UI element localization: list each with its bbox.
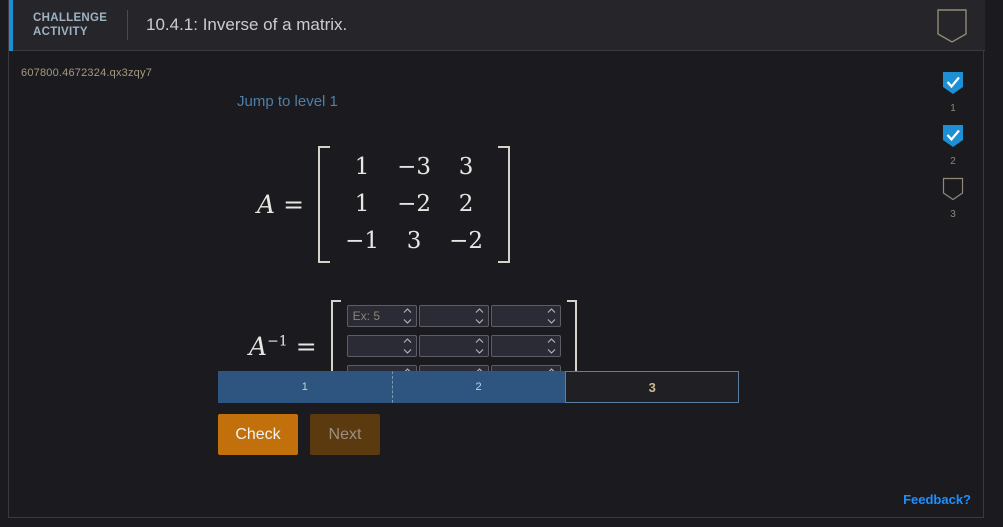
matrix-a-cell: 1: [354, 191, 370, 217]
header-divider: [127, 10, 128, 40]
matrix-a-cell: −2: [449, 228, 483, 254]
matrix-a-cell: −2: [397, 191, 431, 217]
rail-label-2: 2: [950, 156, 956, 167]
matrix-a-cell: 2: [458, 191, 474, 217]
rail-label-1: 1: [950, 103, 956, 114]
inverse-input-0-0[interactable]: [346, 305, 417, 327]
matrix-a-cell: 1: [354, 154, 370, 180]
activity-body: 607800.4672324.qx3zqy7 Jump to level 1 A…: [9, 51, 985, 517]
rail-label-3: 3: [950, 209, 956, 220]
matrix-a-label: A: [257, 190, 276, 219]
shield-outline-icon: [935, 8, 969, 44]
inverse-cell-0-1: [418, 305, 489, 327]
activity-id: 607800.4672324.qx3zqy7: [21, 67, 153, 79]
rail-item-2[interactable]: 2: [942, 124, 964, 167]
page-title: 10.4.1: Inverse of a matrix.: [146, 15, 348, 34]
inverse-input-0-1[interactable]: [418, 305, 489, 327]
check-button[interactable]: Check: [218, 414, 298, 455]
inverse-cell-0-0: [346, 305, 417, 327]
matrix-a-cell: 3: [458, 154, 474, 180]
inverse-input-1-2[interactable]: [490, 335, 561, 357]
feedback-link[interactable]: Feedback?: [903, 492, 971, 507]
matrix-a-cell: −1: [345, 228, 379, 254]
matrix-a-cell: 3: [406, 228, 422, 254]
progress-segment-2[interactable]: 2: [391, 371, 566, 403]
progress-segment-1[interactable]: 1: [218, 371, 392, 403]
inverse-cell-1-1: [418, 335, 489, 357]
header-kicker-line2: ACTIVITY: [33, 26, 88, 38]
matrix-a-cell: −3: [397, 154, 431, 180]
rail-item-1[interactable]: 1: [942, 71, 964, 114]
matrix-inverse-label: A−1: [249, 332, 288, 361]
shield-check-icon: [942, 71, 964, 100]
inverse-cell-1-0: [346, 335, 417, 357]
shield-outline-icon: [942, 177, 964, 206]
challenge-activity-page: CHALLENGE ACTIVITY 10.4.1: Inverse of a …: [0, 0, 1003, 527]
jump-to-level-link[interactable]: Jump to level 1: [237, 93, 338, 110]
matrix-a-display: A = 1 −3 3 1 −2 2 −1 3 −2: [257, 146, 511, 263]
matrix-a-equals: =: [283, 190, 305, 219]
next-button[interactable]: Next: [310, 414, 380, 455]
matrix-inverse-label-base: A: [249, 331, 268, 361]
matrix-a-grid: 1 −3 3 1 −2 2 −1 3 −2: [330, 146, 498, 263]
header-kicker-line1: CHALLENGE: [33, 12, 108, 24]
inverse-input-1-1[interactable]: [418, 335, 489, 357]
level-rail: 1 2 3: [933, 71, 973, 230]
progress-segment-3[interactable]: 3: [565, 371, 740, 403]
inverse-cell-0-2: [490, 305, 561, 327]
matrix-right-bracket: [498, 146, 511, 263]
level-progress-bar: 1 2 3: [218, 371, 740, 403]
action-buttons: Check Next: [218, 414, 380, 455]
matrix-left-bracket: [318, 146, 331, 263]
inverse-cell-1-2: [490, 335, 561, 357]
matrix-inverse-exponent: −1: [267, 333, 288, 350]
matrix-inverse-equals: =: [295, 331, 317, 361]
header-accent-bar: [9, 0, 13, 51]
shield-check-icon: [942, 124, 964, 153]
activity-header: CHALLENGE ACTIVITY 10.4.1: Inverse of a …: [9, 0, 985, 51]
inverse-input-0-2[interactable]: [490, 305, 561, 327]
rail-item-3[interactable]: 3: [942, 177, 964, 220]
header-kicker: CHALLENGE ACTIVITY: [33, 11, 117, 39]
activity-panel: CHALLENGE ACTIVITY 10.4.1: Inverse of a …: [8, 0, 985, 518]
inverse-input-1-0[interactable]: [346, 335, 417, 357]
